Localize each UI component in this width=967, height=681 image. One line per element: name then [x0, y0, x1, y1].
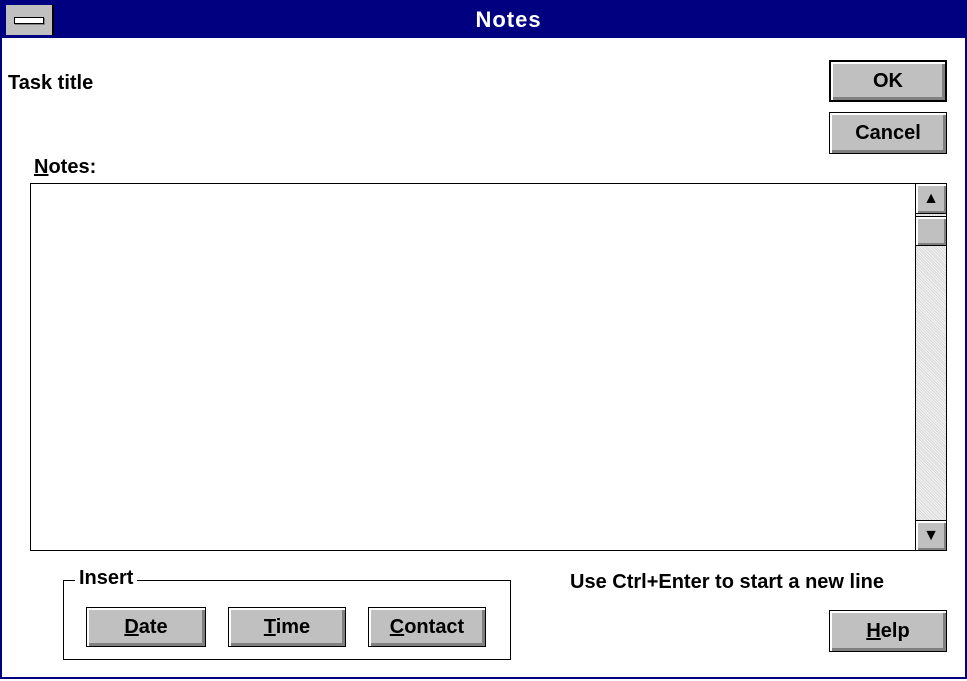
scroll-thumb[interactable]: [916, 216, 946, 246]
help-label: elp: [880, 620, 910, 642]
contact-accelerator: C: [389, 616, 405, 638]
scroll-down-button[interactable]: ▼: [916, 520, 946, 550]
notes-label: Notes:: [34, 156, 96, 179]
scroll-down-arrow-icon: ▼: [923, 527, 939, 544]
date-accelerator: D: [124, 616, 139, 638]
help-button[interactable]: Help: [829, 610, 947, 652]
time-label: ime: [275, 616, 311, 638]
scroll-up-arrow-icon: ▲: [923, 190, 939, 207]
title-bar: Notes: [2, 0, 965, 38]
notes-label-accelerator: N: [34, 156, 49, 178]
time-accelerator: T: [263, 616, 276, 638]
notes-label-text: otes:: [48, 156, 97, 178]
insert-group-legend: Insert: [75, 567, 138, 590]
contact-label: ontact: [404, 616, 465, 638]
notes-dialog: Notes Task title OK Cancel Notes: ▲ ▼ In…: [0, 0, 967, 679]
notes-textarea[interactable]: [33, 186, 917, 550]
task-title: Task title: [8, 72, 94, 94]
insert-date-button[interactable]: Date: [86, 607, 206, 647]
vertical-scrollbar[interactable]: ▲ ▼: [915, 184, 946, 550]
cancel-button[interactable]: Cancel: [829, 112, 947, 154]
date-label: ate: [138, 616, 168, 638]
scroll-up-button[interactable]: ▲: [916, 184, 946, 214]
insert-time-button[interactable]: Time: [228, 607, 346, 647]
ctrl-enter-hint: Use Ctrl+Enter to start a new line: [570, 571, 884, 593]
window-title: Notes: [475, 7, 542, 32]
system-menu-button[interactable]: [6, 5, 54, 35]
help-accelerator: H: [866, 620, 881, 642]
system-menu-icon: [14, 17, 44, 24]
notes-textarea-frame: ▲ ▼: [30, 183, 947, 551]
insert-contact-button[interactable]: Contact: [368, 607, 486, 647]
ok-button[interactable]: OK: [829, 60, 947, 102]
